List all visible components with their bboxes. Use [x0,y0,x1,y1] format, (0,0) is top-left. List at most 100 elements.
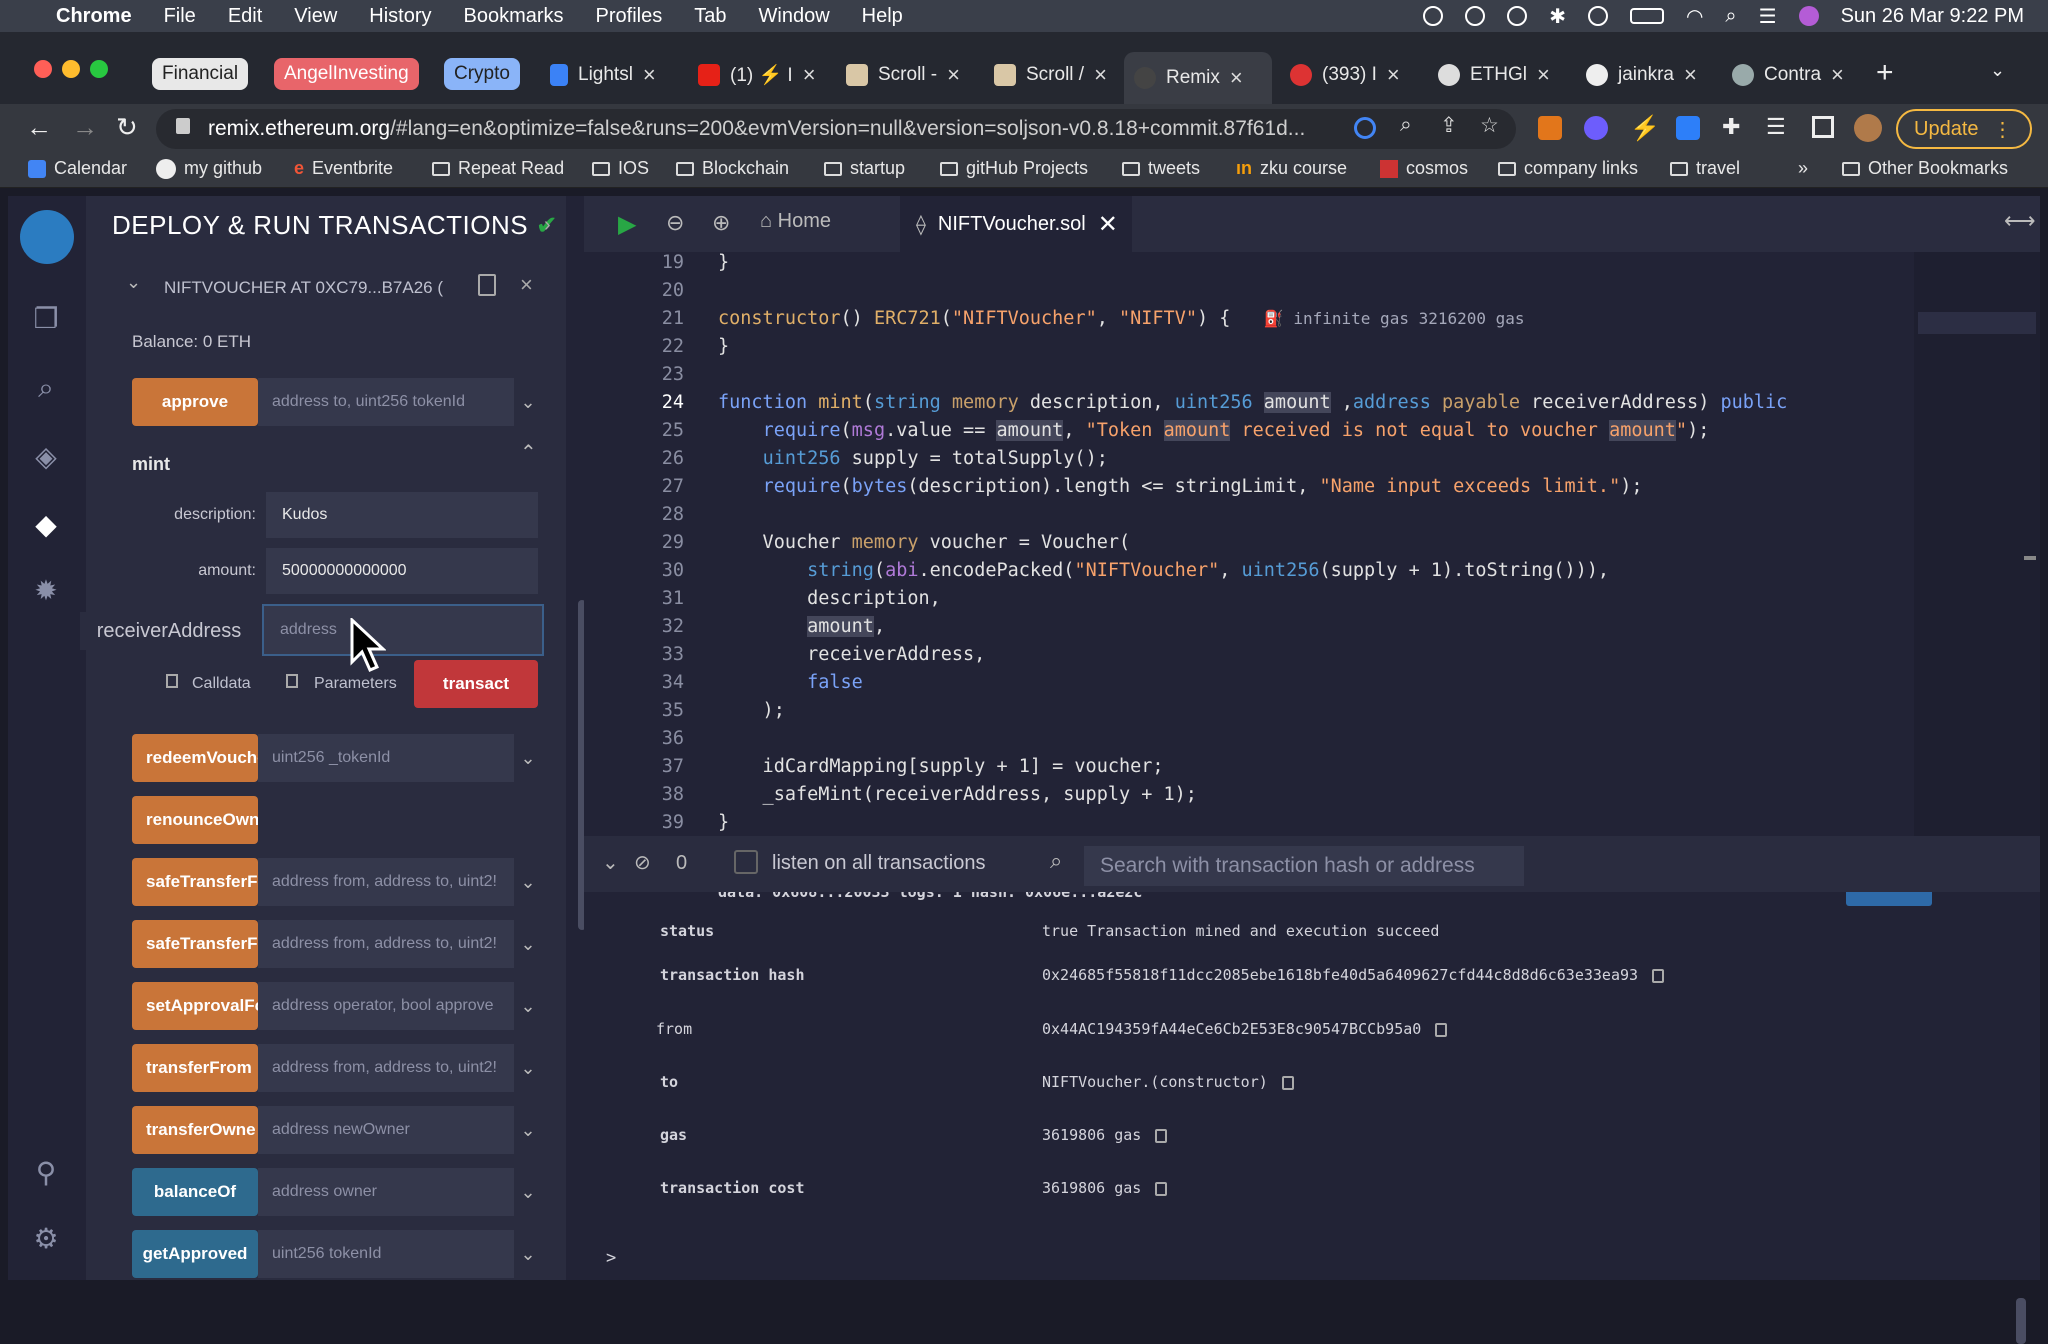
transfer-ownership-button[interactable]: transferOwne [132,1106,258,1154]
minimize-window-button[interactable] [62,60,80,78]
tab-group-crypto[interactable]: Crypto [444,58,520,90]
tab-github[interactable]: jainkra × [1576,52,1706,98]
solidity-compiler-icon[interactable]: ◈ [28,438,64,474]
editor-minimap[interactable] [1914,252,2040,836]
menu-window[interactable]: Window [759,5,830,28]
bookmark-folder-company-links[interactable]: company links [1498,158,1638,179]
listen-checkbox[interactable] [734,850,758,874]
renounce-ownership-button[interactable]: renounceOwn [132,796,258,844]
copy-icon[interactable] [1435,1022,1448,1037]
avatar[interactable] [1854,114,1882,142]
copy-address-icon[interactable] [478,274,496,296]
clear-console-icon[interactable]: ⊘ [634,850,651,875]
set-approval-for-all-button[interactable]: setApprovalFo [132,982,258,1030]
expand-chevron-icon[interactable]: ⌄ [516,1106,540,1154]
get-approved-button[interactable]: getApproved [132,1230,258,1278]
airpods-icon[interactable] [1465,6,1486,26]
approve-args-input[interactable]: address to, uint256 tokenId [258,378,514,426]
expand-chevron-icon[interactable]: ⌄ [516,982,540,1030]
close-tab-icon[interactable]: × [1387,62,1400,88]
bookmark-zku-course[interactable]: ın zku course [1236,158,1347,179]
siri-icon[interactable] [1798,6,1819,26]
debug-button[interactable] [1846,892,1932,906]
reload-icon[interactable]: ↻ [116,112,138,143]
parameters-copy-button[interactable]: Parameters [286,674,397,693]
close-tab-icon[interactable]: ✕ [1098,210,1118,239]
deploy-run-icon[interactable]: ◆ [28,506,64,542]
address-bar[interactable]: remix.ethereum.org/#lang=en&optimize=fal… [156,109,1516,149]
spotlight-search-icon[interactable]: ⌕ [1725,5,1736,28]
debugger-icon[interactable]: ✹ [28,572,64,608]
transfer-ownership-input[interactable]: address newOwner [258,1106,514,1154]
instance-collapse-chevron-icon[interactable]: ⌄ [126,272,141,293]
transaction-search-input[interactable]: Search with transaction hash or address [1084,846,1524,886]
close-tab-icon[interactable]: × [1230,65,1243,91]
copy-icon[interactable] [1155,1181,1168,1196]
menu-file[interactable]: File [164,5,196,28]
tab-group-financial[interactable]: Financial [152,58,249,90]
calldata-copy-button[interactable]: Calldata [166,674,251,693]
play-icon[interactable] [1507,6,1528,26]
receiver-address-input[interactable]: address [262,604,544,656]
wifi-icon[interactable]: ◠ [1686,4,1703,29]
copy-icon[interactable] [1652,968,1665,983]
bookmark-eventbrite[interactable]: e Eventbrite [294,158,393,179]
google-icon[interactable] [1354,117,1376,139]
sidepanel-icon[interactable] [1812,116,1834,138]
update-button[interactable]: Update ⋮ [1896,109,2032,149]
zoom-out-icon[interactable]: ⊖ [666,210,684,236]
clock-datetime[interactable]: Sun 26 Mar 9:22 PM [1841,5,2024,28]
bookmark-folder-startup[interactable]: startup [824,158,905,179]
transfer-from-button[interactable]: transferFrom [132,1044,258,1092]
run-script-play-icon[interactable]: ▶ [618,210,636,239]
menu-chrome[interactable]: Chrome [56,5,132,28]
approve-button[interactable]: approve [132,378,258,426]
puzzle-extensions-icon[interactable]: ✚ [1722,114,1740,140]
close-tab-icon[interactable]: × [1684,62,1697,88]
share-icon[interactable]: ⇪ [1440,113,1458,138]
collapse-terminal-chevron-icon[interactable]: ⌄ [602,850,619,875]
close-tab-icon[interactable]: × [1537,62,1550,88]
close-tab-icon[interactable]: × [947,62,960,88]
extension-icon[interactable]: ⚡ [1630,114,1660,143]
safe-transfer-from-data-button[interactable]: safeTransferFr [132,920,258,968]
tab-ethglobal[interactable]: ETHGl × [1428,52,1558,98]
remove-instance-close-icon[interactable]: × [520,272,533,298]
record-icon[interactable] [1423,6,1444,26]
terminal-scrollbar[interactable] [2016,1298,2026,1344]
expand-editor-icon[interactable]: ⟷ [2004,208,2036,234]
expand-chevron-icon[interactable]: ⌄ [516,858,540,906]
tab-contra[interactable]: Contra × [1722,52,1852,98]
copy-icon[interactable] [1155,1128,1168,1143]
media-icon[interactable]: ☰ [1766,114,1786,140]
terminal-prompt[interactable]: > [606,1248,616,1268]
zoom-icon[interactable]: ⌕ [1400,113,1412,137]
tab-search-chevron-icon[interactable]: ⌄ [1990,60,2005,81]
safe-transfer-from-button[interactable]: safeTransferFr [132,858,258,906]
tab-group-angelinvesting[interactable]: AngelInvesting [274,58,419,90]
set-approval-for-all-input[interactable]: address operator, bool approve [258,982,514,1030]
tab-scroll-1[interactable]: Scroll - × [836,52,966,98]
bookmark-folder-travel[interactable]: travel [1670,158,1740,179]
maximize-window-button[interactable] [90,60,108,78]
bookmark-github[interactable]: my github [156,158,262,179]
menu-history[interactable]: History [369,5,431,28]
bookmarks-overflow-button[interactable]: » [1798,158,1808,179]
bookmark-folder-ios[interactable]: IOS [592,158,649,179]
back-icon[interactable]: ← [26,112,52,143]
zoom-in-icon[interactable]: ⊕ [712,210,730,236]
user-icon[interactable] [1587,6,1608,26]
bookmark-calendar[interactable]: Calendar [28,158,127,179]
bookmark-cosmos[interactable]: cosmos [1380,158,1468,179]
description-input[interactable]: Kudos [266,492,538,538]
copy-icon[interactable] [1281,1075,1294,1090]
bookmark-star-icon[interactable]: ☆ [1480,113,1499,138]
tab-remix[interactable]: Remix × [1124,52,1272,104]
redeem-voucher-input[interactable]: uint256 _tokenId [258,734,514,782]
expand-chevron-icon[interactable]: ⌄ [516,1230,540,1278]
bookmark-folder-repeat-read[interactable]: Repeat Read [432,158,564,179]
other-bookmarks-folder[interactable]: Other Bookmarks [1842,158,2008,179]
file-explorer-icon[interactable]: ❐ [28,300,64,336]
tab-lightspark[interactable]: Lightsl × [540,52,670,98]
redeem-voucher-button[interactable]: redeemVouche [132,734,258,782]
